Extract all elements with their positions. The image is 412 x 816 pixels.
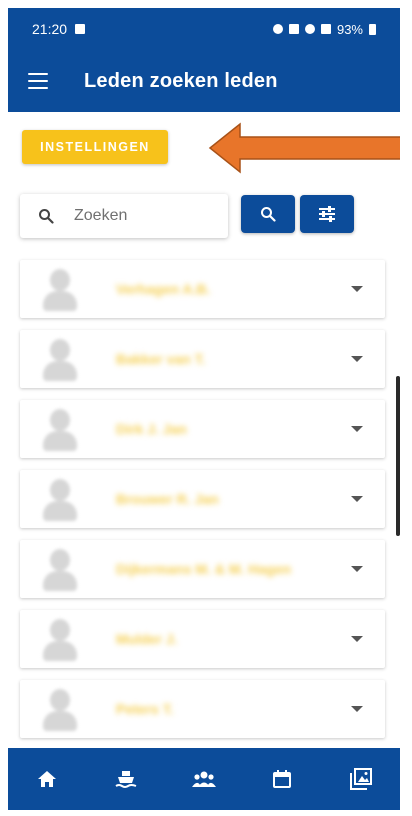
avatar: [40, 337, 80, 381]
bottom-navigation: [8, 748, 400, 810]
member-name: Dirk J. Jan: [116, 421, 187, 437]
settings-button[interactable]: INSTELLINGEN: [22, 130, 168, 164]
phone-screen: 21:20 93% Leden zoeken leden INSTELLINGE…: [8, 8, 400, 810]
tune-icon: [319, 206, 335, 222]
status-right: 93%: [272, 21, 376, 37]
chevron-down-icon[interactable]: [351, 566, 363, 572]
member-name: Mulder J.: [116, 631, 178, 647]
search-icon: [261, 207, 276, 222]
chevron-down-icon[interactable]: [351, 426, 363, 432]
home-icon: [38, 771, 57, 787]
boat-icon: [115, 771, 136, 788]
alarm-icon: [272, 24, 283, 34]
avatar: [40, 547, 80, 591]
chevron-down-icon[interactable]: [351, 356, 363, 362]
list-item[interactable]: Peters T.: [20, 680, 385, 738]
chevron-down-icon[interactable]: [351, 636, 363, 642]
nav-home[interactable]: [22, 754, 72, 804]
list-item[interactable]: Verhagen A.B.: [20, 260, 385, 318]
avatar: [40, 617, 80, 661]
avatar: [40, 407, 80, 451]
list-item[interactable]: Dijkermans M. & M. Hagen: [20, 540, 385, 598]
nav-members[interactable]: [179, 754, 229, 804]
notification-icon: [75, 24, 86, 34]
list-item[interactable]: Mulder J.: [20, 610, 385, 668]
chevron-down-icon[interactable]: [351, 286, 363, 292]
list-item[interactable]: Dirk J. Jan: [20, 400, 385, 458]
search-button[interactable]: [241, 195, 295, 233]
filter-button[interactable]: [300, 195, 354, 233]
annotation-arrow-icon: [208, 122, 400, 174]
search-field[interactable]: [20, 194, 228, 238]
avatar: [40, 687, 80, 731]
scrollbar-thumb[interactable]: [396, 376, 400, 536]
page-title: Leden zoeken leden: [84, 69, 278, 92]
nav-calendar[interactable]: [257, 754, 307, 804]
status-time: 21:20: [32, 21, 68, 37]
search-input[interactable]: [74, 207, 194, 225]
chevron-down-icon[interactable]: [351, 706, 363, 712]
group-icon: [191, 771, 216, 787]
member-name: Dijkermans M. & M. Hagen: [116, 561, 292, 577]
status-bar: 21:20 93%: [8, 8, 400, 50]
mute-icon: [288, 24, 299, 34]
member-name: Peters T.: [116, 701, 174, 717]
battery-level: 93%: [336, 21, 363, 37]
calendar-icon: [273, 770, 292, 788]
avatar: [40, 477, 80, 521]
nav-photos[interactable]: [336, 754, 386, 804]
member-list: Verhagen A.B. Bakker van T. Dirk J. Jan Bro…: [20, 260, 385, 750]
member-name: Verhagen A.B.: [116, 281, 211, 297]
app-bar: Leden zoeken leden: [8, 50, 400, 112]
status-left: 21:20: [32, 21, 86, 37]
list-item[interactable]: Bakker van T.: [20, 330, 385, 388]
avatar: [40, 267, 80, 311]
wifi-icon: [304, 24, 315, 34]
nav-boats[interactable]: [101, 754, 151, 804]
signal-icon: [320, 24, 331, 34]
photo-icon: [349, 768, 372, 790]
member-name: Bakker van T.: [116, 351, 206, 367]
menu-icon[interactable]: [28, 73, 48, 89]
chevron-down-icon[interactable]: [351, 496, 363, 502]
battery-icon: [369, 23, 376, 35]
search-icon: [39, 209, 54, 224]
member-name: Brouwer R. Jan: [116, 491, 219, 507]
list-item[interactable]: Brouwer R. Jan: [20, 470, 385, 528]
